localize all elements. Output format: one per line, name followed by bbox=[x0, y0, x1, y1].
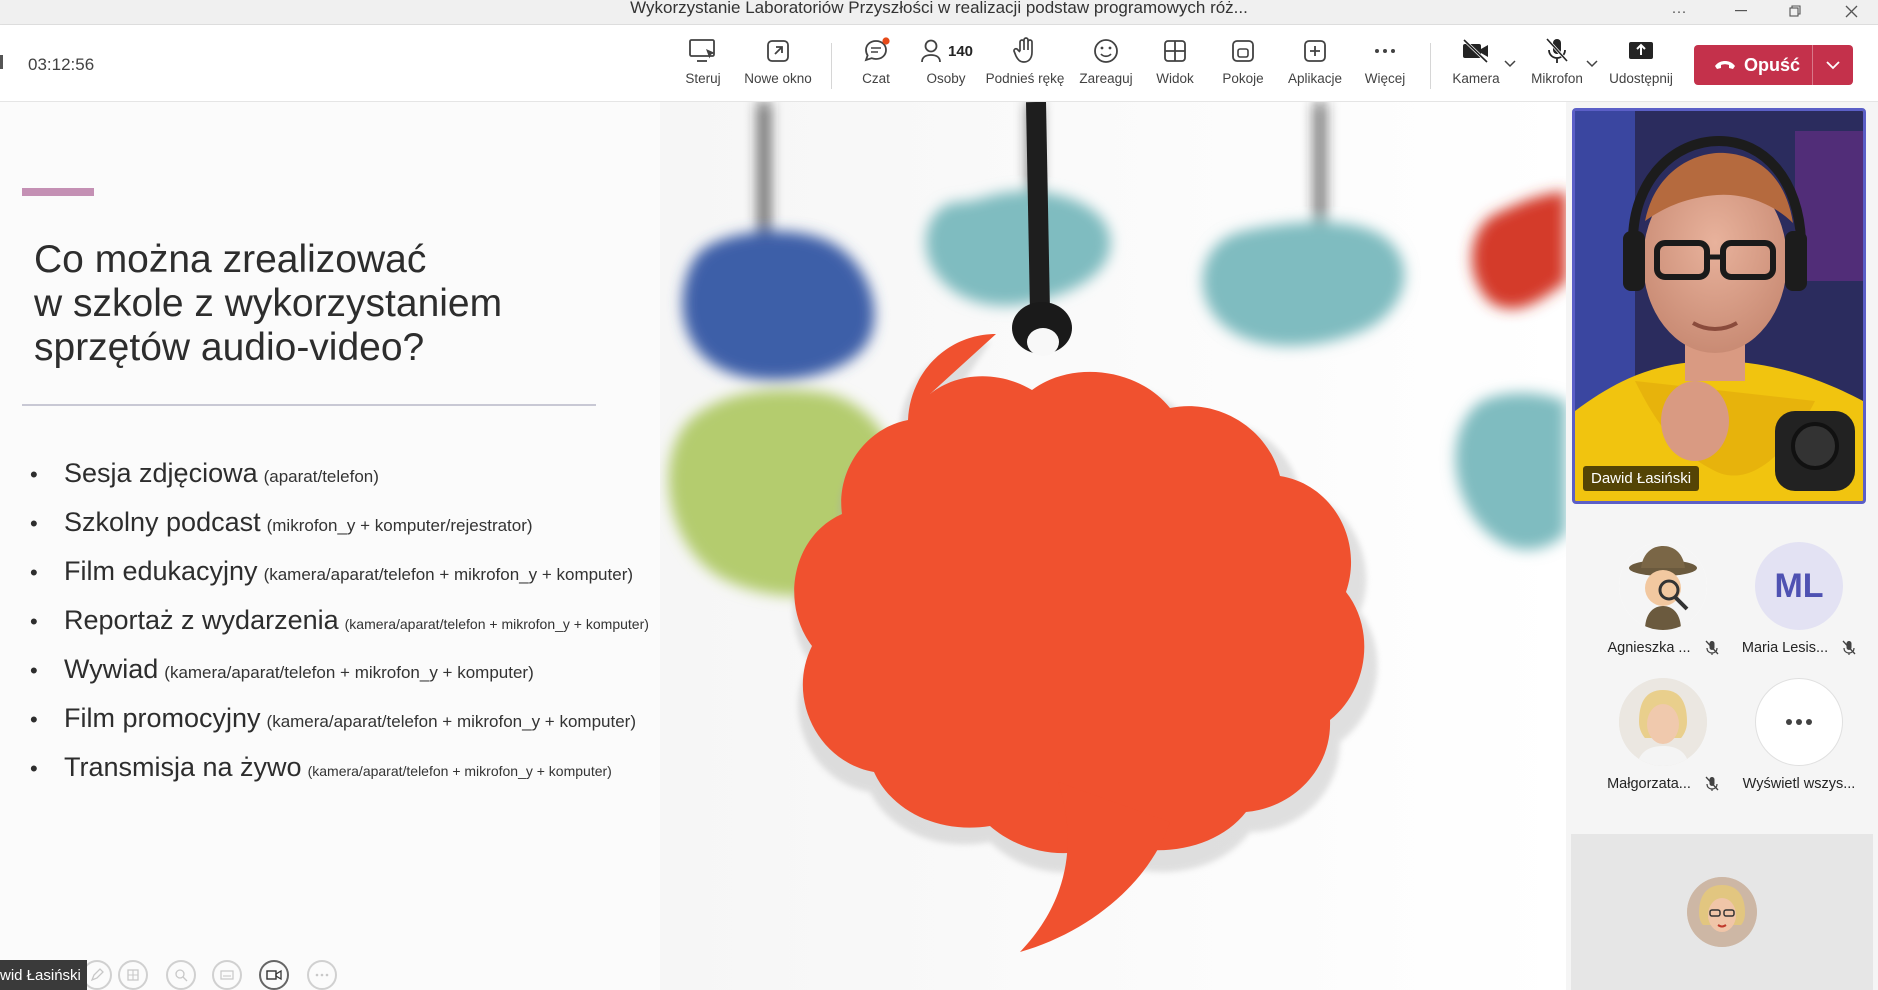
share-button[interactable]: Udostępnij bbox=[1606, 35, 1676, 95]
participant-tile[interactable]: Agnieszka ... bbox=[1588, 542, 1738, 674]
mic-muted-icon bbox=[1705, 640, 1718, 655]
share-screen-icon bbox=[1626, 35, 1656, 67]
monitor-pointer-icon bbox=[688, 35, 718, 67]
participant-name-row: Małgorzata... bbox=[1607, 776, 1719, 792]
hand-icon bbox=[1011, 35, 1039, 67]
meeting-toolbar: 03:12:56 Steruj Nowe okno Czat 140 Osoby… bbox=[0, 25, 1878, 102]
more-icon[interactable]: ··· bbox=[1656, 0, 1702, 22]
toolbar-separator bbox=[1430, 43, 1431, 89]
avatar bbox=[1687, 877, 1757, 947]
slide-bullet-list: • Sesja zdjęciowa (aparat/telefon) • Szkoln… bbox=[30, 458, 649, 801]
bullet-item: • Transmisja na żywo (kamera/aparat/telefo… bbox=[30, 752, 612, 782]
rooms-button[interactable]: Pokoje bbox=[1222, 35, 1264, 95]
camera-tool-icon[interactable] bbox=[259, 960, 289, 990]
speaker-video-frame bbox=[1575, 111, 1863, 501]
bullet-item: • Szkolny podcast (mikrofon_y + komputer/r… bbox=[30, 507, 533, 537]
restore-icon[interactable] bbox=[1772, 0, 1818, 22]
camera-options-chevron-icon[interactable] bbox=[1504, 55, 1516, 73]
participant-name: Agnieszka ... bbox=[1607, 640, 1691, 656]
mic-muted-icon bbox=[1705, 776, 1719, 791]
slide-accent-bar bbox=[22, 188, 94, 196]
view-button[interactable]: Widok bbox=[1154, 35, 1196, 95]
participant-name-row: Wyświetl wszys... bbox=[1743, 776, 1856, 792]
breakout-rooms-icon bbox=[1229, 35, 1257, 67]
meeting-timer: 03:12:56 bbox=[28, 55, 95, 74]
slide-title-line: sprzętów audio-video? bbox=[34, 326, 425, 369]
pop-out-icon bbox=[764, 35, 792, 67]
people-count-group: 140 bbox=[919, 35, 973, 67]
new-window-button[interactable]: Nowe okno bbox=[742, 35, 814, 95]
subtitles-icon[interactable] bbox=[212, 960, 242, 990]
window-title: Wykorzystanie Laboratoriów Przyszłości w… bbox=[630, 0, 1248, 17]
smiley-icon bbox=[1092, 35, 1120, 67]
chat-button[interactable]: Czat bbox=[856, 35, 896, 95]
more-button[interactable]: Więcej bbox=[1364, 35, 1406, 95]
bullet-item: • Film promocyjny (kamera/aparat/telefon +… bbox=[30, 703, 636, 733]
zoom-icon[interactable] bbox=[166, 960, 196, 990]
self-view-tile[interactable] bbox=[1571, 834, 1873, 990]
speaker-name-tag: Dawid Łasiński bbox=[1583, 466, 1700, 491]
presenter-name-tag: wid Łasiński bbox=[0, 960, 87, 990]
chat-icon bbox=[861, 35, 891, 67]
initials-avatar: ML bbox=[1755, 542, 1843, 630]
mic-options-chevron-icon[interactable] bbox=[1586, 55, 1598, 73]
control-button[interactable]: Steruj bbox=[680, 35, 726, 95]
avatar bbox=[1619, 542, 1707, 630]
shared-slide: Co można zrealizować w szkole z wykorzys… bbox=[0, 102, 1566, 990]
more-options-icon[interactable] bbox=[307, 960, 337, 990]
slides-grid-icon[interactable] bbox=[118, 960, 148, 990]
minimize-icon[interactable] bbox=[1718, 0, 1764, 22]
mic-muted-icon bbox=[1842, 640, 1856, 655]
leave-label: Opuść bbox=[1744, 54, 1801, 75]
participant-tile[interactable]: ML Maria Lesis... bbox=[1724, 542, 1874, 674]
toolbar-edge bbox=[0, 55, 3, 69]
mic-button[interactable]: Mikrofon bbox=[1528, 35, 1586, 95]
ellipsis-icon bbox=[1371, 35, 1399, 67]
participant-name: Maria Lesis... bbox=[1741, 640, 1829, 656]
slide-divider bbox=[22, 404, 596, 406]
hang-up-phone-icon bbox=[1715, 61, 1735, 69]
people-button[interactable]: 140 Osoby bbox=[918, 35, 974, 95]
slide-title-line: Co można zrealizować bbox=[34, 238, 427, 281]
participant-name-row: Agnieszka ... bbox=[1607, 640, 1718, 656]
participant-name: Małgorzata... bbox=[1607, 776, 1691, 792]
active-speaker-video[interactable]: Dawid Łasiński bbox=[1572, 108, 1866, 504]
person-icon bbox=[921, 39, 941, 63]
leave-options-chevron-icon[interactable] bbox=[1813, 45, 1853, 85]
camera-off-icon bbox=[1460, 35, 1492, 67]
bullet-item: • Wywiad (kamera/aparat/telefon + mikrofon… bbox=[30, 654, 534, 684]
bullet-item: • Sesja zdjęciowa (aparat/telefon) bbox=[30, 458, 379, 488]
close-icon[interactable] bbox=[1828, 0, 1874, 22]
bullet-item: • Film edukacyjny (kamera/aparat/telefon +… bbox=[30, 556, 634, 586]
add-app-icon bbox=[1301, 35, 1329, 67]
leave-button[interactable]: Opuść bbox=[1694, 45, 1853, 85]
window-titlebar: Wykorzystanie Laboratoriów Przyszłości w… bbox=[0, 0, 1878, 25]
leave-main[interactable]: Opuść bbox=[1694, 45, 1812, 85]
raise-hand-button[interactable]: Podnieś rękę bbox=[986, 35, 1064, 95]
camera-button[interactable]: Kamera bbox=[1452, 35, 1500, 95]
avatar bbox=[1619, 678, 1707, 766]
view-all-participants-button[interactable]: Wyświetl wszys... bbox=[1724, 678, 1874, 810]
participants-panel: Dawid Łasiński Agnieszka ... ML Maria Le… bbox=[1566, 102, 1878, 990]
participant-tile[interactable]: Małgorzata... bbox=[1588, 678, 1738, 810]
mic-off-icon bbox=[1543, 35, 1571, 67]
react-button[interactable]: Zareaguj bbox=[1078, 35, 1134, 95]
grid-layout-icon bbox=[1161, 35, 1189, 67]
ellipsis-icon bbox=[1755, 678, 1843, 766]
toolbar-separator bbox=[831, 43, 832, 89]
slide-title: Co można zrealizować w szkole z wykorzys… bbox=[34, 238, 654, 370]
apps-button[interactable]: Aplikacje bbox=[1286, 35, 1344, 95]
bullet-item: • Reportaż z wydarzenia (kamera/aparat/tel… bbox=[30, 605, 649, 635]
slide-title-line: w szkole z wykorzystaniem bbox=[34, 282, 503, 325]
participant-name-row: Maria Lesis... bbox=[1742, 640, 1856, 656]
people-count: 140 bbox=[947, 42, 974, 60]
speech-bubbles-photo bbox=[660, 102, 1566, 990]
view-all-label: Wyświetl wszys... bbox=[1742, 776, 1856, 792]
